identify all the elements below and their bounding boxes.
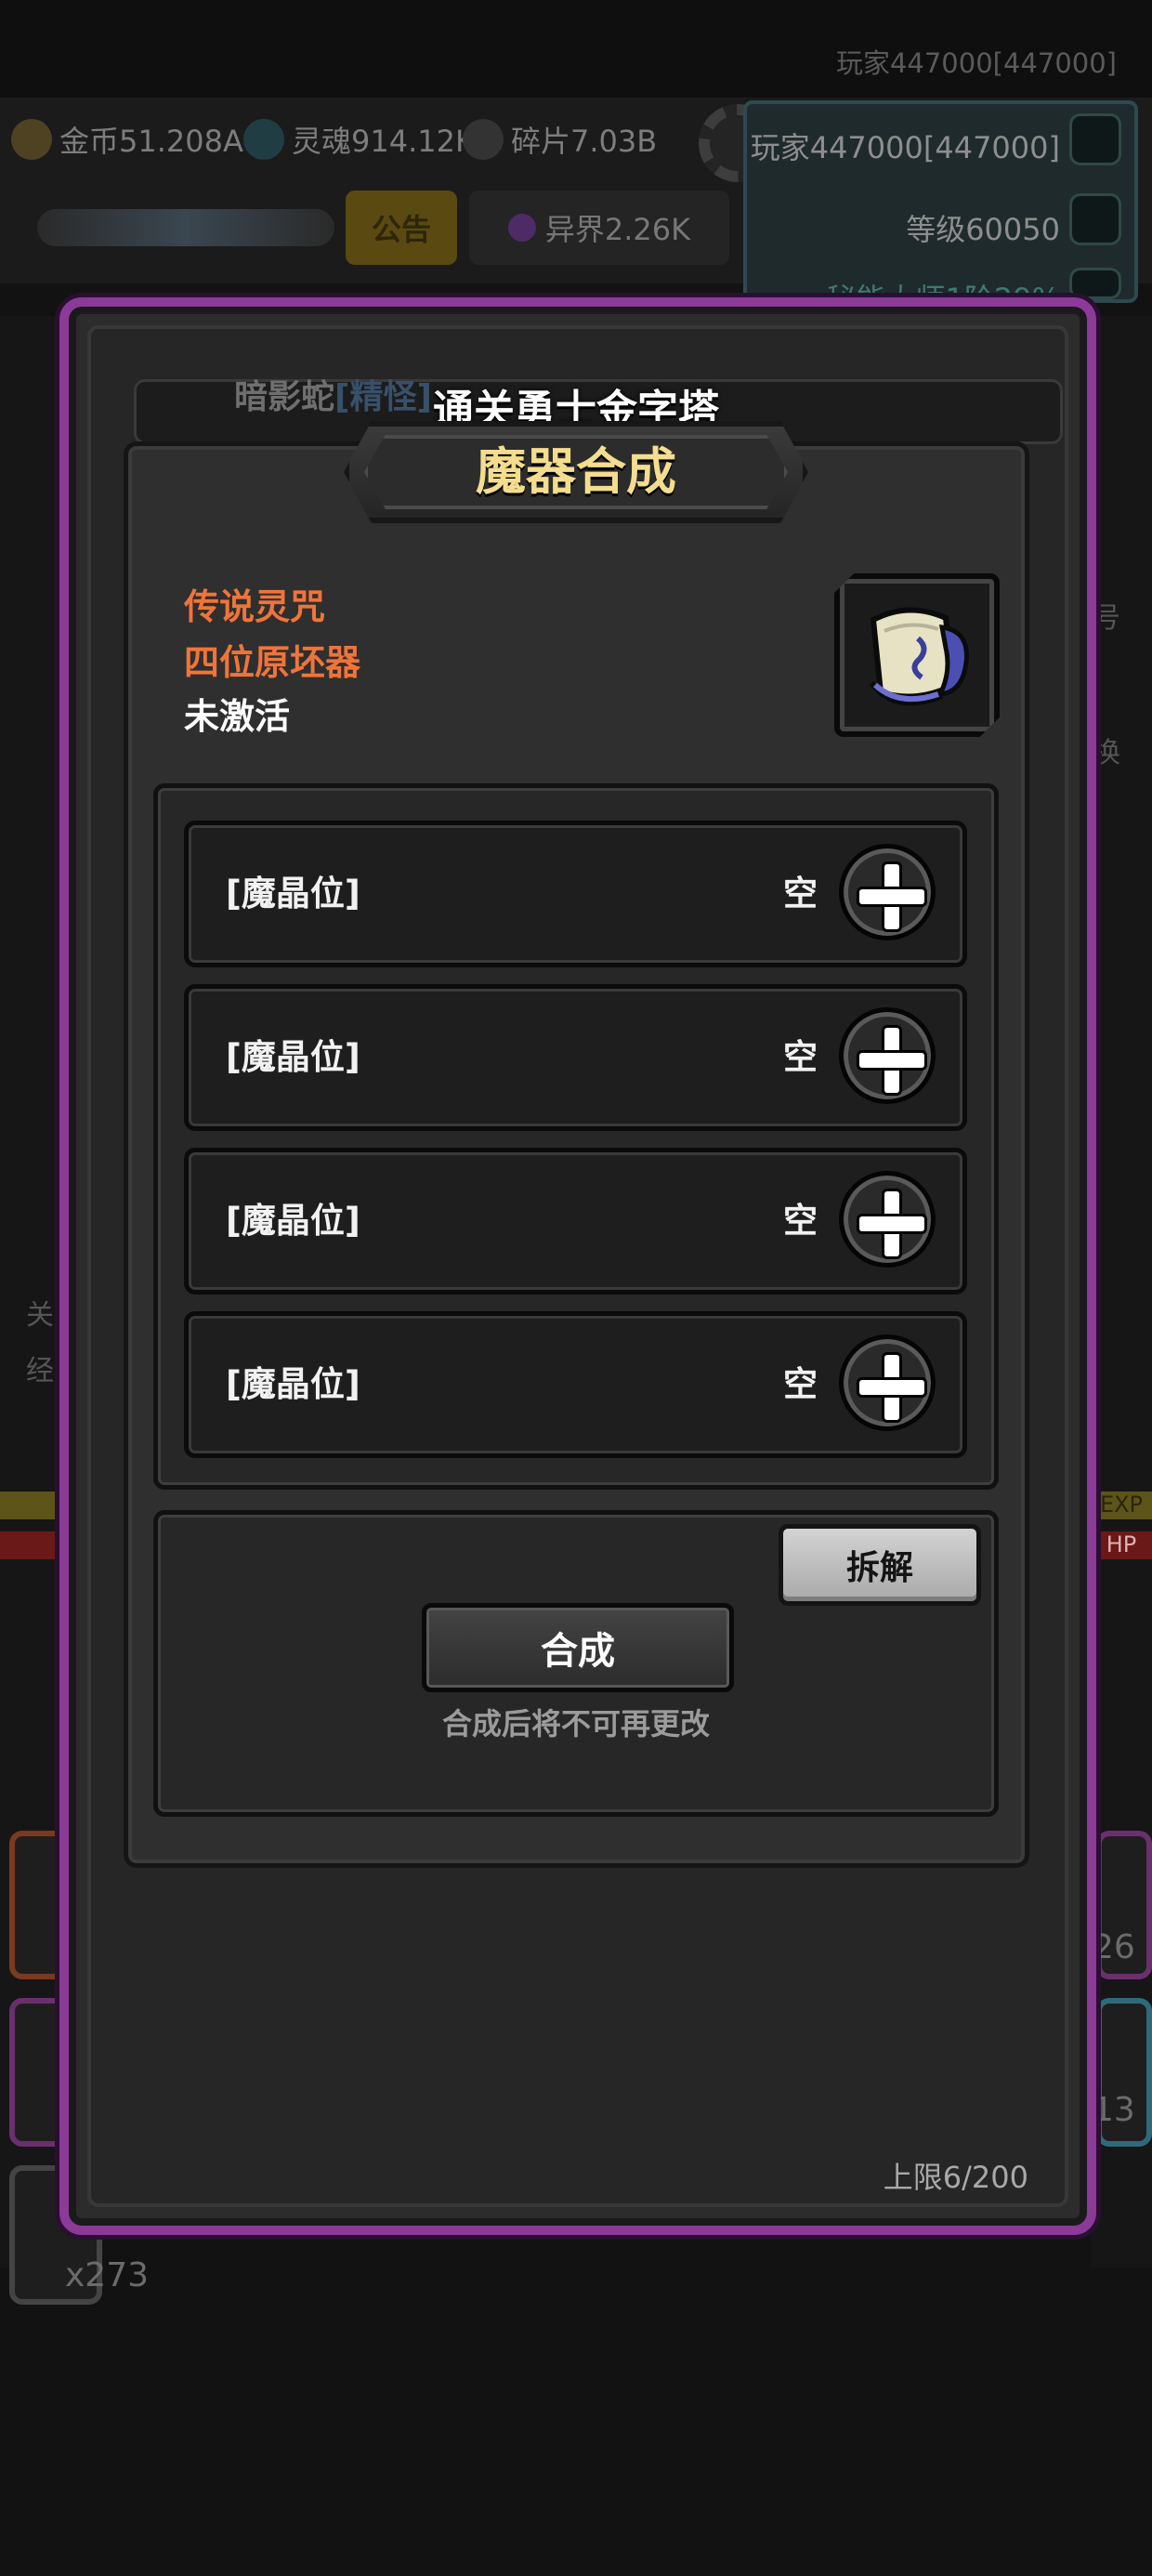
player-name: 玩家447000[447000] xyxy=(750,130,1060,165)
notice-tab: 公告 xyxy=(346,191,457,265)
side-left-text-2: 经 xyxy=(26,1355,54,1387)
crown-icon xyxy=(1069,193,1121,245)
add-crystal-plus-icon[interactable] xyxy=(839,844,936,940)
otherworld-label: 异界2.26K xyxy=(544,212,691,247)
add-crystal-plus-icon[interactable] xyxy=(839,1171,936,1268)
stack-count: x273 xyxy=(65,2256,150,2294)
coin-icon xyxy=(11,119,52,160)
crystal-slot-3[interactable]: [魔晶位] 空 xyxy=(184,1148,967,1295)
slot-label: [魔晶位] xyxy=(226,1037,360,1077)
slot-label: [魔晶位] xyxy=(226,874,360,913)
item-type: 四位原坯器 xyxy=(184,642,361,683)
resource-shard: 碎片7.03B xyxy=(463,119,657,160)
hp-label: HP xyxy=(1091,1531,1152,1559)
crystal-slot-4[interactable]: [魔晶位] 空 xyxy=(184,1311,967,1458)
resource-soul: 灵魂914.12K xyxy=(243,119,475,160)
top-player-id: 玩家447000[447000] xyxy=(835,47,1117,79)
dismantle-button[interactable]: 拆解 xyxy=(779,1524,981,1606)
capacity-limit: 上限6/200 xyxy=(883,2160,1028,2195)
side-right-text-1: 号 xyxy=(1093,602,1120,635)
player-info-panel: 玩家447000[447000] 等级60050 秘能大师1阶29% xyxy=(743,100,1138,303)
crystal-slot-2[interactable]: [魔晶位] 空 xyxy=(184,984,967,1131)
add-crystal-plus-icon[interactable] xyxy=(839,1007,936,1104)
item-icon-frame[interactable] xyxy=(834,573,1000,737)
resource-shard-label: 碎片7.03B xyxy=(511,124,658,159)
crystal-slot-1[interactable]: [魔晶位] 空 xyxy=(184,821,967,967)
slot-state: 空 xyxy=(783,1364,818,1404)
player-level: 等级60050 xyxy=(906,212,1060,247)
rank-icon xyxy=(1069,268,1121,299)
modal-title: 魔器合成 xyxy=(476,442,676,501)
sword-decoration xyxy=(37,209,334,246)
slot-state: 空 xyxy=(783,874,818,913)
card-count-1: 26 xyxy=(1093,1928,1135,1966)
resource-gold-label: 金币51.208A xyxy=(59,124,243,159)
otherworld-tab: 异界2.26K xyxy=(469,191,729,265)
resource-gold: 金币51.208A xyxy=(11,119,243,160)
resource-soul-label: 灵魂914.12K xyxy=(292,124,475,159)
scroll-icon xyxy=(869,607,969,706)
side-right-text-2: 换 xyxy=(1093,737,1120,769)
slot-label: [魔晶位] xyxy=(226,1201,360,1241)
hp-bar-left xyxy=(0,1531,59,1559)
vortex-icon xyxy=(507,214,536,242)
synthesize-button[interactable]: 合成 xyxy=(422,1603,734,1692)
item-rarity: 传说灵咒 xyxy=(184,586,326,627)
side-left-text-1: 关 xyxy=(26,1299,54,1332)
slot-state: 空 xyxy=(783,1201,818,1241)
item-status: 未激活 xyxy=(184,696,291,737)
exp-label: EXP xyxy=(1091,1492,1152,1519)
card-count-2: 13 xyxy=(1093,2091,1135,2129)
soul-icon xyxy=(243,119,284,160)
leaf-icon xyxy=(1069,113,1121,165)
slot-label: [魔晶位] xyxy=(226,1364,360,1404)
synthesize-warning: 合成后将不可再更改 xyxy=(441,1706,710,1741)
shard-icon xyxy=(463,119,504,160)
add-crystal-plus-icon[interactable] xyxy=(839,1334,936,1431)
exp-bar-left xyxy=(0,1492,59,1519)
slot-state: 空 xyxy=(783,1037,818,1077)
